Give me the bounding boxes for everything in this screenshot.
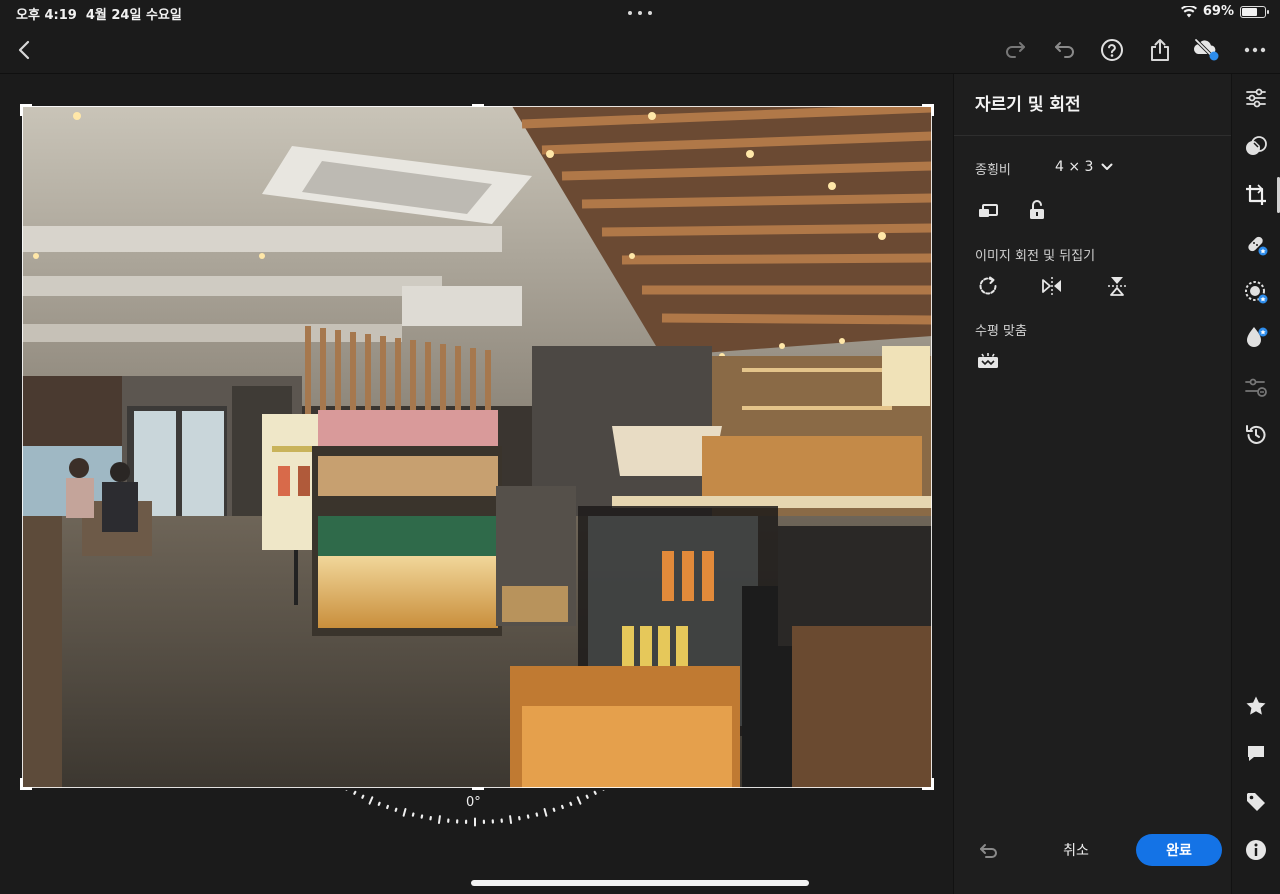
dial-tick bbox=[377, 801, 381, 806]
unlock-icon bbox=[1030, 200, 1044, 219]
dial-tick bbox=[535, 812, 539, 817]
share-icon bbox=[1151, 39, 1169, 61]
status-date-text: 4월 24일 수요일 bbox=[85, 8, 182, 23]
dial-tick bbox=[411, 812, 415, 817]
masking-icon bbox=[1245, 281, 1268, 304]
reset-button[interactable] bbox=[975, 837, 1001, 863]
dial-tick bbox=[552, 807, 556, 812]
battery-percent: 69% bbox=[1202, 4, 1234, 19]
rotate-flip-label: 이미지 회전 및 뒤집기 bbox=[975, 249, 1096, 264]
more-icon bbox=[1244, 47, 1266, 53]
flip-horizontal-icon bbox=[1042, 277, 1061, 295]
undo-icon bbox=[1055, 42, 1074, 58]
help-button[interactable] bbox=[1098, 36, 1126, 64]
keywords-button[interactable] bbox=[1243, 789, 1269, 815]
rotate-button[interactable] bbox=[975, 273, 1001, 299]
status-time: 오후 4:19 4월 24일 수요일 bbox=[16, 4, 182, 23]
presets-button[interactable] bbox=[1243, 133, 1269, 159]
aspect-ratio-select[interactable]: 4 × 3 bbox=[1055, 159, 1113, 175]
dial-tick bbox=[576, 796, 582, 805]
dial-tick bbox=[402, 807, 407, 817]
aspect-ratio-label: 종횡비 bbox=[975, 163, 1011, 178]
rating-button[interactable] bbox=[1243, 693, 1269, 719]
history-button[interactable] bbox=[1243, 422, 1269, 448]
tool-strip bbox=[1231, 74, 1280, 894]
comments-button[interactable] bbox=[1243, 741, 1269, 767]
info-icon bbox=[1246, 840, 1266, 860]
panel-divider bbox=[954, 135, 1232, 136]
dial-tick bbox=[509, 815, 513, 825]
more-options-button[interactable] bbox=[1241, 36, 1269, 64]
flip-vertical-icon bbox=[1108, 277, 1126, 296]
crop-rotate-panel: 자르기 및 회전 종횡비 4 × 3 이미지 회전 및 뒤집기 수평 맞춤 취소… bbox=[953, 74, 1232, 894]
auto-straighten-button[interactable] bbox=[975, 348, 1001, 374]
status-indicators: 69% bbox=[1180, 4, 1269, 19]
back-icon bbox=[18, 40, 30, 60]
healing-button[interactable] bbox=[1243, 231, 1269, 257]
dial-tick bbox=[569, 801, 573, 806]
battery-icon bbox=[1240, 5, 1269, 18]
wifi-icon bbox=[1180, 5, 1197, 18]
swap-orientation-icon bbox=[979, 204, 998, 217]
home-indicator[interactable] bbox=[471, 880, 809, 886]
rotate-icon bbox=[979, 276, 997, 295]
help-icon bbox=[1101, 39, 1123, 61]
presets-icon bbox=[1246, 136, 1267, 155]
flip-vertical-button[interactable] bbox=[1104, 273, 1130, 299]
dial-tick bbox=[394, 807, 398, 812]
multitasking-dots[interactable] bbox=[628, 11, 652, 15]
auto-straighten-icon bbox=[978, 353, 998, 368]
color-button[interactable] bbox=[1243, 324, 1269, 350]
crop-button[interactable] bbox=[1243, 182, 1269, 208]
rotation-dial[interactable] bbox=[330, 790, 620, 838]
edit-button[interactable] bbox=[1243, 85, 1269, 111]
versions-icon bbox=[1245, 378, 1267, 397]
undo-button[interactable] bbox=[1050, 36, 1078, 64]
cloud-sync-button[interactable] bbox=[1192, 36, 1220, 64]
history-icon bbox=[1246, 425, 1266, 444]
top-toolbar bbox=[0, 26, 1280, 74]
info-button[interactable] bbox=[1243, 837, 1269, 863]
edit-sliders-icon bbox=[1246, 88, 1266, 108]
photo-canvas: 0° bbox=[0, 74, 953, 894]
straighten-label: 수평 맞춤 bbox=[975, 324, 1027, 339]
chevron-down-icon bbox=[1101, 163, 1113, 170]
aspect-ratio-value: 4 × 3 bbox=[1055, 159, 1094, 175]
crop-icon bbox=[1246, 184, 1266, 205]
reset-icon bbox=[980, 844, 997, 858]
flip-horizontal-button[interactable] bbox=[1039, 273, 1065, 299]
photo-preview[interactable] bbox=[22, 106, 932, 788]
status-bar: 오후 4:19 4월 24일 수요일 69% bbox=[0, 0, 1280, 26]
versions-button[interactable] bbox=[1243, 374, 1269, 400]
color-drop-icon bbox=[1247, 327, 1268, 347]
redo-button[interactable] bbox=[1002, 36, 1030, 64]
aspect-lock-button[interactable] bbox=[1024, 197, 1050, 223]
status-time-text: 오후 4:19 bbox=[16, 8, 77, 23]
healing-icon bbox=[1248, 236, 1268, 256]
share-button[interactable] bbox=[1146, 36, 1174, 64]
done-button[interactable]: 완료 bbox=[1136, 834, 1222, 866]
dial-tick bbox=[560, 804, 564, 810]
star-icon bbox=[1246, 696, 1266, 715]
cancel-button[interactable]: 취소 bbox=[1046, 834, 1106, 866]
dial-tick bbox=[353, 790, 357, 795]
panel-title: 자르기 및 회전 bbox=[975, 95, 1081, 115]
masking-button[interactable] bbox=[1243, 279, 1269, 305]
tag-icon bbox=[1247, 793, 1265, 811]
dial-tick bbox=[585, 794, 589, 799]
back-button[interactable] bbox=[10, 36, 38, 64]
dial-tick bbox=[361, 794, 365, 799]
dial-tick bbox=[386, 804, 390, 810]
cloud-sync-icon bbox=[1193, 38, 1219, 61]
redo-icon bbox=[1006, 42, 1025, 58]
swap-orientation-button[interactable] bbox=[975, 197, 1001, 223]
dial-tick bbox=[368, 796, 374, 805]
dial-tick bbox=[593, 790, 597, 795]
comment-icon bbox=[1248, 746, 1264, 761]
dial-tick bbox=[437, 815, 441, 825]
dial-tick bbox=[543, 807, 548, 817]
